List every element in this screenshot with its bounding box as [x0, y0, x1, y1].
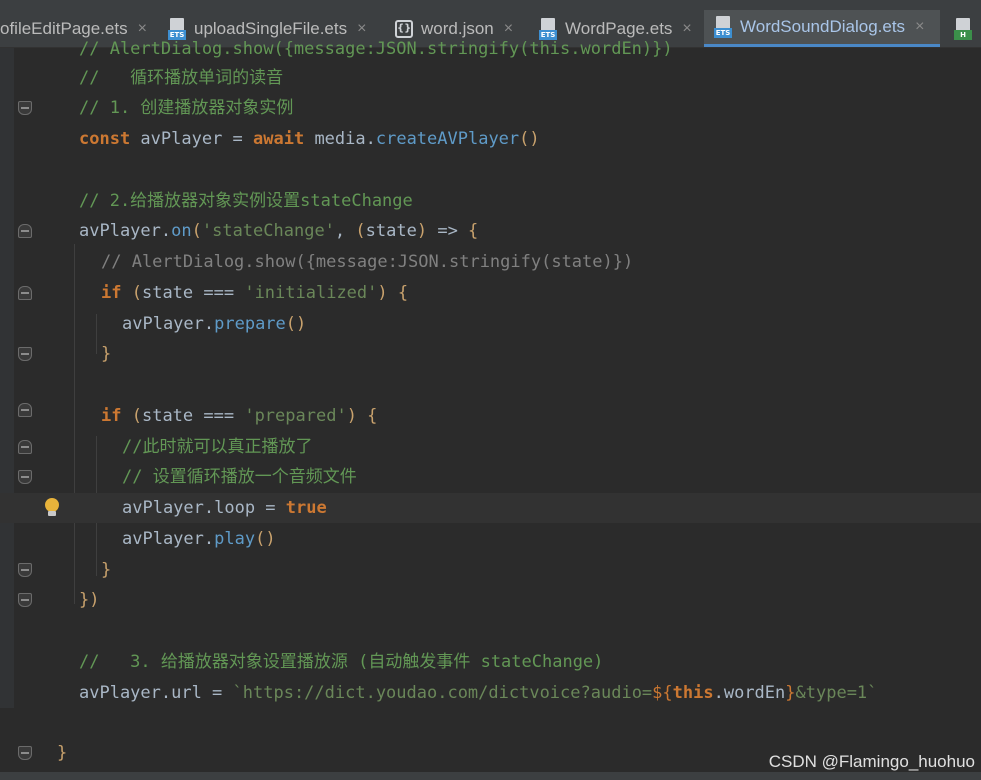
code-line: // AlertDialog.show({message:JSON.string…	[101, 252, 634, 272]
code-line: avPlayer.on('stateChange', (state) => {	[0, 216, 981, 246]
code-line-current: avPlayer.loop = true	[0, 493, 981, 523]
code-line: avPlayer.prepare()	[122, 314, 307, 334]
code-line: //此时就可以真正播放了	[0, 432, 981, 462]
code-line: if (state === 'initialized') {	[0, 278, 981, 308]
code-line: avPlayer.play()	[122, 529, 276, 549]
code-line: // AlertDialog.show({message:JSON.string…	[79, 39, 673, 59]
fold-icon[interactable]	[18, 746, 32, 760]
fold-icon[interactable]	[18, 347, 32, 361]
code-line: avPlayer.url = `https://dict.youdao.com/…	[79, 683, 878, 703]
code-line: if (state === 'prepared') {	[0, 401, 981, 431]
code-line: // 循环播放单词的读音	[79, 68, 284, 88]
code-line: }	[0, 555, 981, 585]
fold-icon[interactable]	[18, 440, 32, 454]
lightbulb-icon[interactable]	[44, 498, 60, 518]
fold-icon[interactable]	[18, 563, 32, 577]
code-line: })	[0, 585, 981, 615]
fold-icon[interactable]	[18, 403, 32, 417]
code-line: }	[0, 339, 981, 369]
fold-icon[interactable]	[18, 101, 32, 115]
code-line: const avPlayer = await media.createAVPla…	[79, 129, 540, 149]
fold-icon[interactable]	[18, 224, 32, 238]
code-line: // 3. 给播放器对象设置播放源 (自动触发事件 stateChange)	[79, 652, 604, 672]
fold-icon[interactable]	[18, 593, 32, 607]
watermark: CSDN @Flamingo_huohuo	[768, 752, 975, 771]
code-editor[interactable]: // AlertDialog.show({message:JSON.string…	[0, 39, 981, 780]
fold-icon[interactable]	[18, 470, 32, 484]
tabbar-top-strip	[0, 0, 981, 10]
fold-icon[interactable]	[18, 286, 32, 300]
code-line: // 2.给播放器对象实例设置stateChange	[79, 191, 413, 211]
code-line: // 设置循环播放一个音频文件	[0, 462, 981, 492]
code-line: // 1. 创建播放器对象实例	[0, 93, 981, 123]
status-bar	[0, 772, 981, 780]
